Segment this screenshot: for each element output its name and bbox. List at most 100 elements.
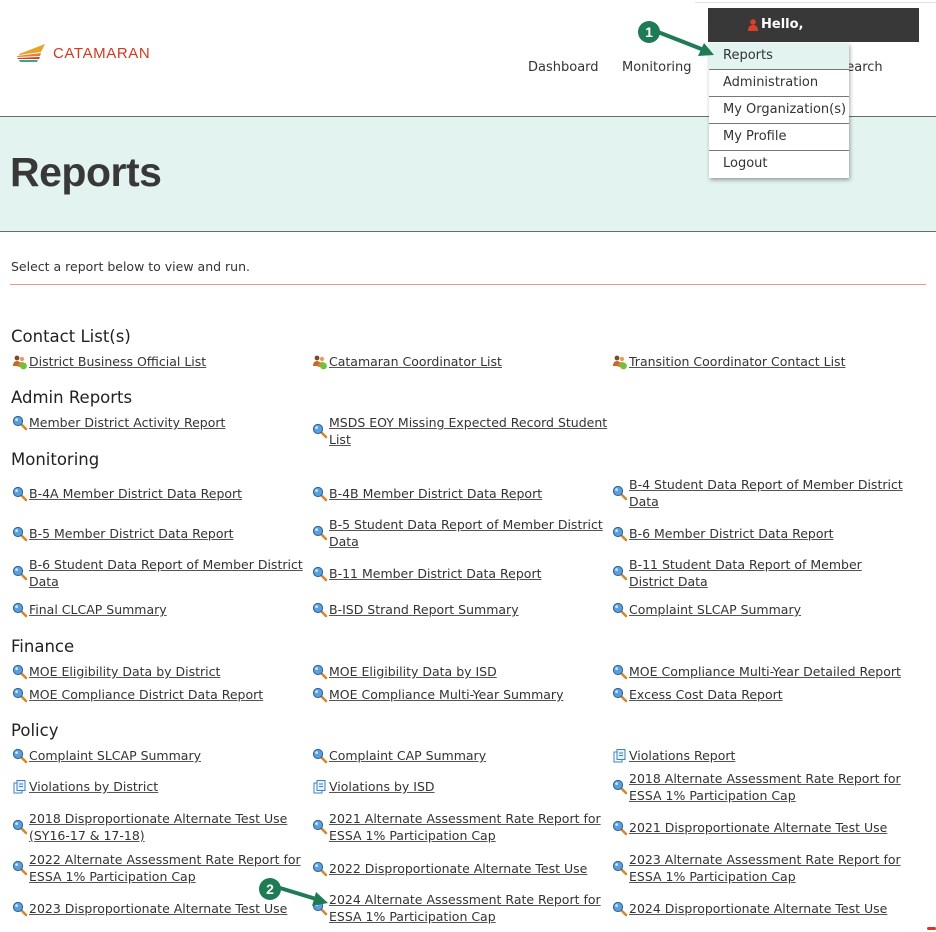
magnifier-icon bbox=[311, 566, 328, 582]
contacts-icon bbox=[611, 354, 628, 370]
magnifier-icon bbox=[311, 861, 328, 877]
user-greeting: Hello, bbox=[748, 17, 803, 32]
contacts-icon bbox=[11, 354, 28, 370]
nav-monitoring[interactable]: Monitoring bbox=[622, 60, 692, 75]
magnifier-icon bbox=[11, 748, 28, 764]
greeting-text: Hello, bbox=[761, 17, 804, 32]
report-link[interactable]: B-4B Member District Data Report bbox=[311, 485, 606, 502]
report-link[interactable]: B-4A Member District Data Report bbox=[11, 485, 306, 502]
magnifier-icon bbox=[611, 526, 628, 542]
report-link[interactable]: 2023 Alternate Assessment Rate Report fo… bbox=[611, 851, 906, 885]
section-title-policy: Policy bbox=[11, 721, 59, 740]
magnifier-icon bbox=[311, 819, 328, 835]
report-link[interactable]: MSDS EOY Missing Expected Record Student… bbox=[311, 414, 631, 448]
top-divider bbox=[695, 2, 936, 3]
magnifier-icon bbox=[611, 602, 628, 618]
magnifier-icon bbox=[11, 526, 28, 542]
report-link[interactable]: B-ISD Strand Report Summary bbox=[311, 601, 606, 618]
report-link[interactable]: MOE Compliance Multi-Year Detailed Repor… bbox=[611, 663, 931, 680]
report-link[interactable]: Complaint SLCAP Summary bbox=[611, 601, 906, 618]
report-link[interactable]: B-11 Student Data Report of Member Distr… bbox=[611, 556, 906, 590]
menu-item-logout[interactable]: Logout bbox=[709, 151, 849, 178]
report-link[interactable]: B-4 Student Data Report of Member Distri… bbox=[611, 476, 906, 510]
magnifier-icon bbox=[311, 486, 328, 502]
brand-name: CATAMARAN bbox=[53, 44, 151, 62]
magnifier-icon bbox=[611, 901, 628, 917]
report-link[interactable]: Complaint CAP Summary bbox=[311, 747, 606, 764]
callout-arrow-2 bbox=[279, 886, 328, 906]
magnifier-icon bbox=[11, 415, 28, 431]
report-link[interactable]: MOE Eligibility Data by District bbox=[11, 663, 306, 680]
intro-text: Select a report below to view and run. bbox=[11, 259, 250, 274]
magnifier-icon bbox=[611, 779, 628, 795]
report-link[interactable]: Excess Cost Data Report bbox=[611, 686, 906, 703]
magnifier-icon bbox=[311, 748, 328, 764]
magnifier-icon bbox=[611, 860, 628, 876]
magnifier-icon bbox=[11, 565, 28, 581]
report-link[interactable]: MOE Compliance District Data Report bbox=[11, 686, 306, 703]
section-title-contact-lists: Contact List(s) bbox=[11, 327, 131, 346]
magnifier-icon bbox=[11, 860, 28, 876]
user-menu-toggle[interactable]: Hello, bbox=[708, 8, 919, 42]
report-link[interactable]: 2021 Alternate Assessment Rate Report fo… bbox=[311, 810, 606, 844]
report-link[interactable]: B-11 Member District Data Report bbox=[311, 565, 606, 582]
user-icon bbox=[748, 18, 758, 31]
magnifier-icon bbox=[311, 664, 328, 680]
callout-arrow-1 bbox=[657, 30, 714, 56]
magnifier-icon bbox=[611, 820, 628, 836]
report-link[interactable]: 2018 Disproportionate Alternate Test Use… bbox=[11, 810, 306, 844]
section-divider bbox=[10, 284, 926, 285]
magnifier-icon bbox=[11, 901, 28, 917]
documents-icon bbox=[311, 779, 328, 795]
menu-item-my-profile[interactable]: My Profile bbox=[709, 124, 849, 151]
magnifier-icon bbox=[311, 602, 328, 618]
page-title: Reports bbox=[10, 149, 162, 195]
report-link[interactable]: Violations by ISD bbox=[311, 778, 606, 795]
corner-mark bbox=[927, 927, 936, 930]
nav-dashboard[interactable]: Dashboard bbox=[528, 60, 599, 75]
magnifier-icon bbox=[611, 664, 628, 680]
magnifier-icon bbox=[11, 602, 28, 618]
magnifier-icon bbox=[611, 485, 628, 501]
report-link[interactable]: B-6 Student Data Report of Member Distri… bbox=[11, 556, 306, 590]
section-title-finance: Finance bbox=[11, 637, 75, 656]
catamaran-logo-icon bbox=[17, 44, 45, 62]
report-link[interactable]: MOE Compliance Multi-Year Summary bbox=[311, 686, 606, 703]
report-link[interactable]: District Business Official List bbox=[11, 353, 306, 370]
magnifier-icon bbox=[11, 819, 28, 835]
report-link[interactable]: B-6 Member District Data Report bbox=[611, 525, 906, 542]
report-link[interactable]: 2024 Alternate Assessment Rate Report fo… bbox=[311, 891, 606, 925]
report-link[interactable]: Violations by District bbox=[11, 778, 306, 795]
menu-item-reports[interactable]: Reports bbox=[709, 43, 849, 70]
brand-logo[interactable]: CATAMARAN bbox=[15, 42, 150, 64]
section-title-admin-reports: Admin Reports bbox=[11, 388, 133, 407]
report-link[interactable]: B-5 Member District Data Report bbox=[11, 525, 306, 542]
menu-item-my-organizations[interactable]: My Organization(s) bbox=[709, 97, 849, 124]
report-link[interactable]: 2022 Disproportionate Alternate Test Use bbox=[311, 860, 606, 877]
magnifier-icon bbox=[311, 687, 328, 703]
magnifier-icon bbox=[11, 664, 28, 680]
documents-icon bbox=[11, 779, 28, 795]
report-link[interactable]: Catamaran Coordinator List bbox=[311, 353, 606, 370]
magnifier-icon bbox=[311, 423, 328, 439]
report-link[interactable]: Violations Report bbox=[611, 747, 906, 764]
magnifier-icon bbox=[611, 565, 628, 581]
report-link[interactable]: 2024 Disproportionate Alternate Test Use bbox=[611, 900, 906, 917]
section-title-monitoring: Monitoring bbox=[11, 450, 100, 469]
report-link[interactable]: Member District Activity Report bbox=[11, 414, 306, 431]
menu-item-administration[interactable]: Administration bbox=[709, 70, 849, 97]
magnifier-icon bbox=[311, 525, 328, 541]
magnifier-icon bbox=[11, 486, 28, 502]
magnifier-icon bbox=[611, 687, 628, 703]
report-link[interactable]: 2023 Disproportionate Alternate Test Use bbox=[11, 900, 306, 917]
contacts-icon bbox=[311, 354, 328, 370]
report-link[interactable]: 2018 Alternate Assessment Rate Report fo… bbox=[611, 770, 906, 804]
report-link[interactable]: MOE Eligibility Data by ISD bbox=[311, 663, 606, 680]
report-link[interactable]: Final CLCAP Summary bbox=[11, 601, 306, 618]
report-link[interactable]: Complaint SLCAP Summary bbox=[11, 747, 306, 764]
magnifier-icon bbox=[11, 687, 28, 703]
user-dropdown-menu: Reports Administration My Organization(s… bbox=[709, 43, 849, 178]
report-link[interactable]: B-5 Student Data Report of Member Distri… bbox=[311, 516, 606, 550]
report-link[interactable]: Transition Coordinator Contact List bbox=[611, 353, 906, 370]
report-link[interactable]: 2021 Disproportionate Alternate Test Use bbox=[611, 819, 906, 836]
